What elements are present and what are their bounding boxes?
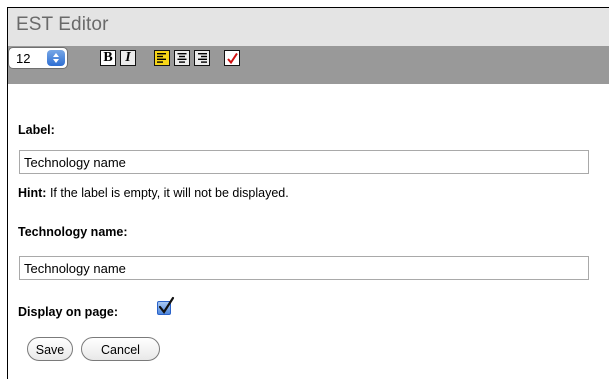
technology-name-heading: Technology name: <box>18 225 128 239</box>
checkmark-icon <box>158 296 175 314</box>
technology-name-input[interactable] <box>19 256 589 280</box>
label-input[interactable] <box>19 150 589 174</box>
toolbar <box>8 46 609 84</box>
title-bar: EST Editor <box>8 8 609 46</box>
display-on-page-label: Display on page: <box>18 305 119 319</box>
hint-body: If the label is empty, it will not be di… <box>46 186 289 200</box>
italic-icon[interactable]: I <box>120 50 136 66</box>
hint-text: Hint: If the label is empty, it will not… <box>18 186 289 200</box>
spellcheck-icon[interactable] <box>224 50 240 66</box>
font-size-value: 12 <box>16 51 31 66</box>
align-right-icon[interactable] <box>194 50 210 66</box>
label-heading: Label: <box>18 123 55 137</box>
align-center-icon[interactable] <box>174 50 190 66</box>
stepper-arrows-icon[interactable] <box>47 50 65 66</box>
save-button[interactable]: Save <box>27 337 73 361</box>
align-left-icon[interactable] <box>154 50 170 66</box>
cancel-button[interactable]: Cancel <box>81 337 160 361</box>
window-title: EST Editor <box>16 14 109 35</box>
hint-prefix: Hint: <box>18 186 47 200</box>
bold-icon[interactable]: B <box>100 50 116 66</box>
font-size-select[interactable]: 12 <box>8 47 68 69</box>
display-on-page-checkbox[interactable] <box>157 296 175 315</box>
